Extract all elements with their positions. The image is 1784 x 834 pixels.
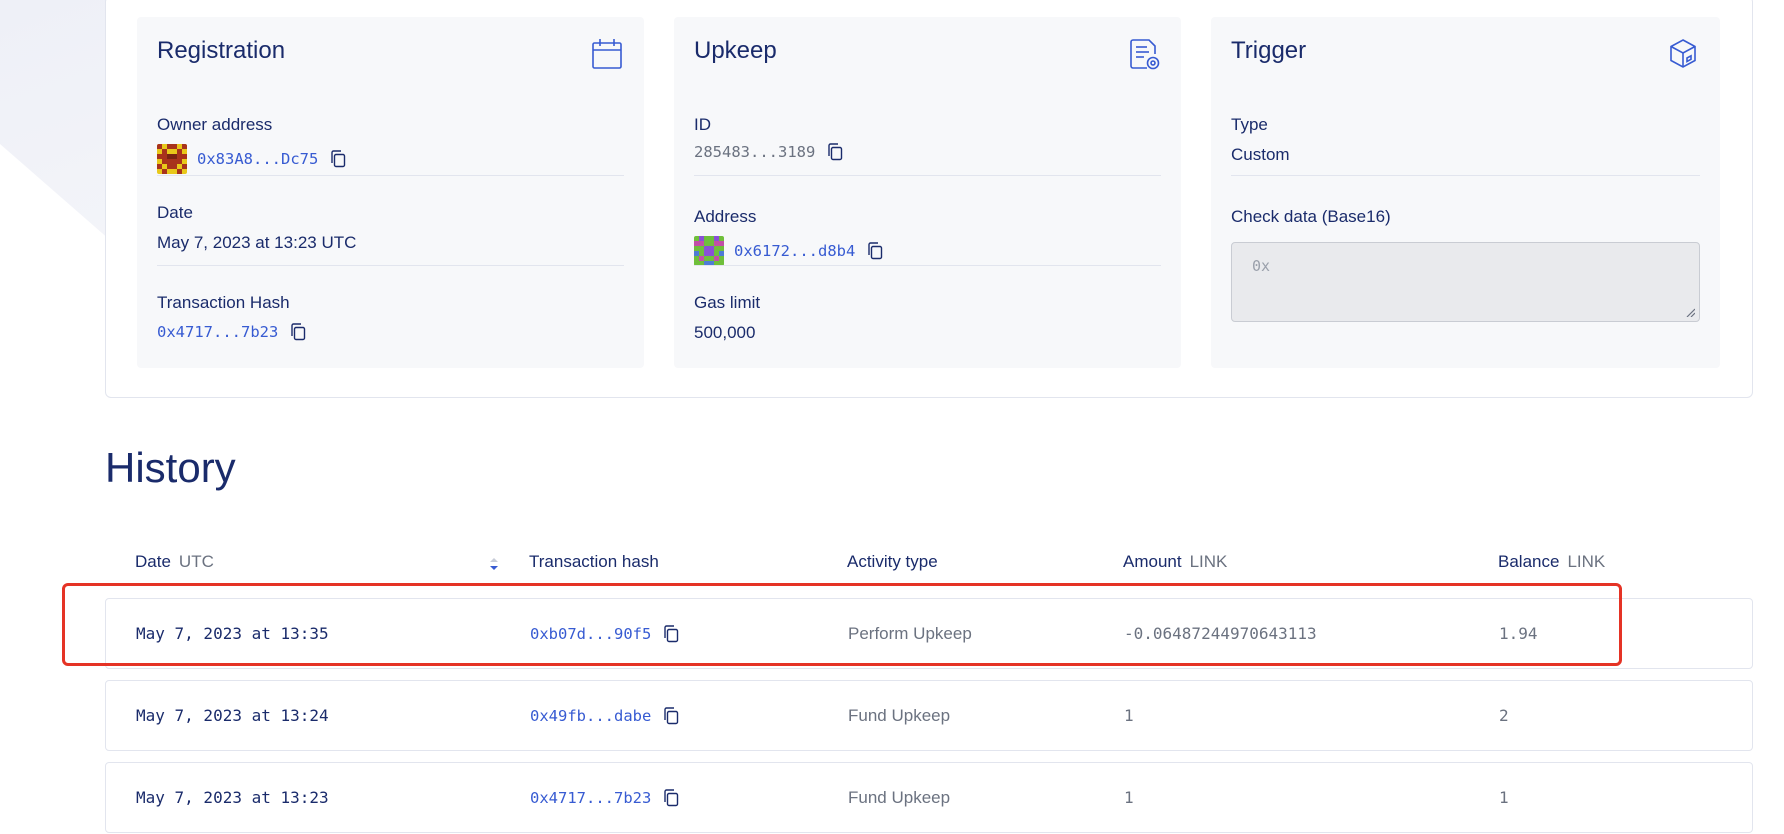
row-activity-type: Fund Upkeep [848, 705, 951, 725]
background-shape [0, 0, 110, 240]
row-amount: 1 [1124, 788, 1134, 807]
row-date: May 7, 2023 at 13:24 [136, 706, 329, 725]
upkeep-card: Upkeep ID 285483...3189 Address 0x6172..… [674, 17, 1181, 368]
transaction-hash-link[interactable]: 0x49fb...dabe [530, 707, 651, 725]
check-data-label: Check data (Base16) [1231, 207, 1391, 226]
registration-title: Registration [157, 37, 286, 64]
copy-icon[interactable] [827, 143, 843, 161]
owner-address-link[interactable]: 0x83A8...Dc75 [197, 150, 318, 168]
id-label: ID [694, 115, 711, 134]
resize-grip-icon[interactable] [1685, 307, 1695, 317]
date-label: Date [157, 203, 193, 222]
address-label: Address [694, 207, 757, 226]
trigger-card: Trigger Type Custom Check data (Base16) … [1211, 17, 1720, 368]
copy-icon[interactable] [330, 150, 346, 168]
row-amount: 1 [1124, 706, 1134, 725]
trigger-title: Trigger [1231, 37, 1307, 64]
registration-card: Registration Owner address 0x83A8...Dc75… [137, 17, 644, 368]
copy-icon[interactable] [663, 788, 679, 807]
upkeep-address-link[interactable]: 0x6172...d8b4 [734, 242, 855, 260]
transaction-hash-link[interactable]: 0x4717...7b23 [157, 323, 278, 341]
copy-icon[interactable] [663, 706, 679, 725]
column-balance-label: Balance [1498, 552, 1560, 571]
gas-limit-value: 500,000 [694, 323, 756, 342]
check-data-textarea[interactable]: 0x [1231, 242, 1700, 322]
type-label: Type [1231, 115, 1268, 134]
gas-limit-label: Gas limit [694, 293, 761, 312]
history-title: History [105, 444, 236, 491]
divider [157, 175, 624, 176]
row-balance: 2 [1499, 706, 1509, 725]
upkeep-id-row: 285483...3189 [694, 143, 843, 161]
owner-address-row: 0x83A8...Dc75 [157, 144, 346, 174]
transaction-hash-link[interactable]: 0x4717...7b23 [530, 789, 651, 807]
sort-icon[interactable] [487, 555, 501, 573]
row-balance: 1 [1499, 788, 1509, 807]
column-header-transaction-hash: Transaction hash [529, 552, 659, 572]
column-amount-unit: LINK [1189, 552, 1228, 571]
upkeep-address-row: 0x6172...d8b4 [694, 236, 883, 266]
copy-icon[interactable] [290, 323, 306, 341]
upkeep-title: Upkeep [694, 37, 777, 64]
highlight-box [62, 583, 1622, 666]
calendar-icon [590, 37, 624, 71]
divider [1231, 175, 1700, 176]
transaction-hash-row: 0x4717...7b23 [157, 323, 306, 341]
check-data-placeholder: 0x [1252, 257, 1271, 275]
document-settings-icon [1127, 37, 1161, 71]
column-header-activity-type: Activity type [847, 552, 938, 572]
divider [694, 265, 1161, 266]
column-header-balance: Balance LINK [1498, 552, 1605, 572]
cube-icon [1666, 37, 1700, 71]
column-tx-label: Transaction hash [529, 552, 659, 571]
divider [157, 265, 624, 266]
transaction-hash-label: Transaction Hash [157, 293, 290, 312]
copy-icon[interactable] [867, 242, 883, 260]
row-date: May 7, 2023 at 13:23 [136, 788, 329, 807]
upkeep-avatar [694, 236, 724, 266]
divider [694, 175, 1161, 176]
row-transaction-hash: 0x49fb...dabe [530, 681, 679, 750]
column-balance-unit: LINK [1567, 552, 1606, 571]
trigger-type: Custom [1231, 145, 1290, 164]
column-activity-label: Activity type [847, 552, 938, 571]
table-row: May 7, 2023 at 13:23 0x4717...7b23 Fund … [105, 762, 1753, 833]
owner-address-label: Owner address [157, 115, 273, 134]
table-row: May 7, 2023 at 13:24 0x49fb...dabe Fund … [105, 680, 1753, 751]
owner-avatar [157, 144, 187, 174]
column-header-date[interactable]: Date UTC [135, 552, 214, 572]
column-amount-label: Amount [1123, 552, 1182, 571]
row-activity-type: Fund Upkeep [848, 787, 951, 807]
row-transaction-hash: 0x4717...7b23 [530, 763, 679, 832]
column-date-label: Date [135, 552, 171, 571]
column-date-unit: UTC [178, 552, 214, 571]
column-header-amount: Amount LINK [1123, 552, 1227, 572]
registration-date: May 7, 2023 at 13:23 UTC [157, 233, 357, 252]
upkeep-details-panel: Registration Owner address 0x83A8...Dc75… [105, 0, 1753, 398]
upkeep-id: 285483...3189 [694, 143, 816, 161]
